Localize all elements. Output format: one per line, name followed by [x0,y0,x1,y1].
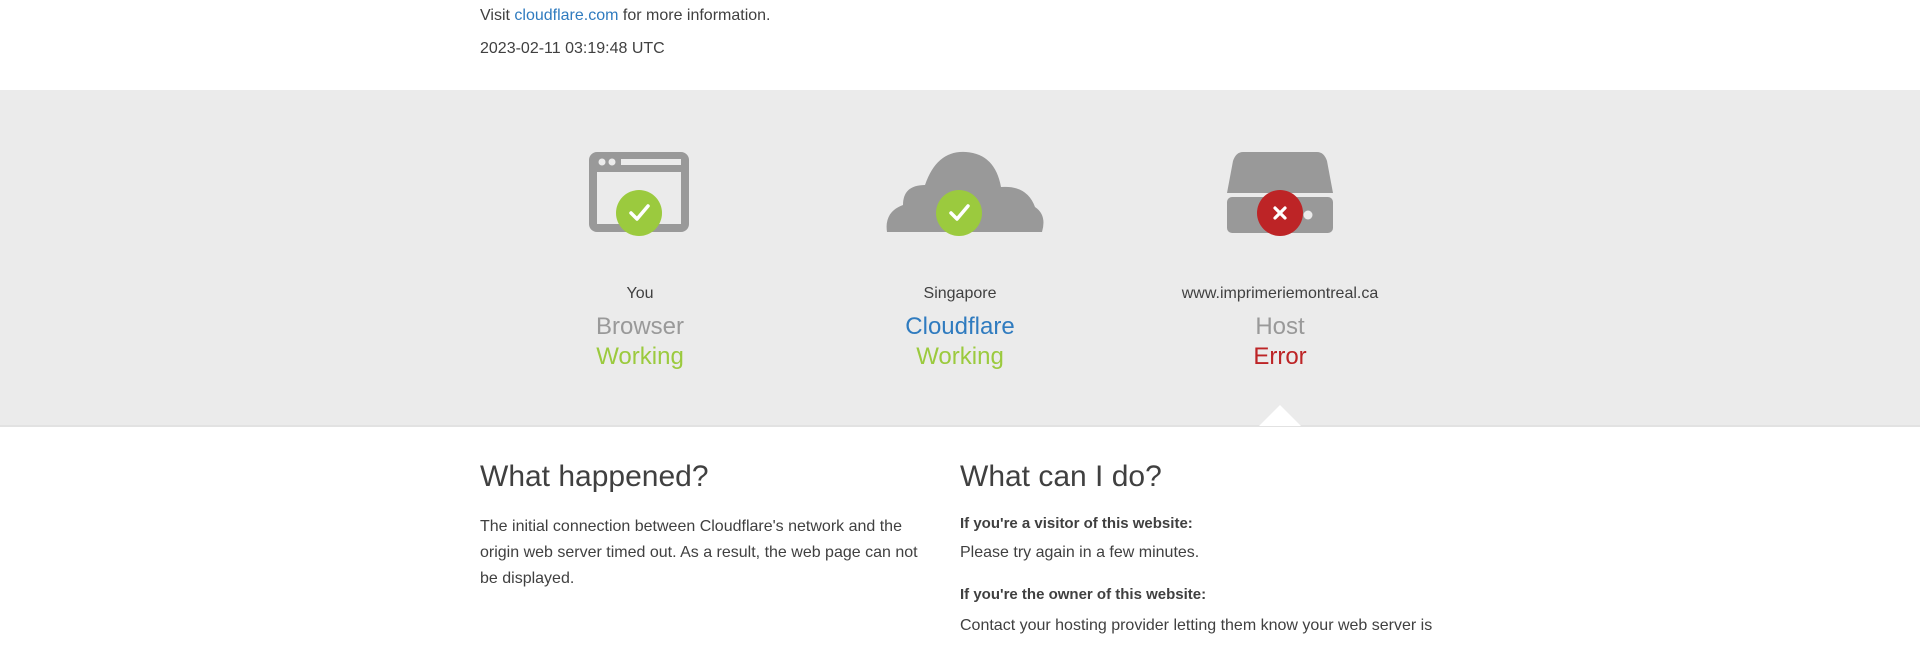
check-badge [936,190,982,236]
visit-prefix: Visit [480,7,510,24]
check-icon [629,204,650,221]
cloudflare-status-icon [795,147,1125,267]
check-icon [949,204,970,221]
owner-body: Contact your hosting provider letting th… [960,617,1433,634]
browser-state: Working [596,343,684,370]
timestamp: 2023-02-11 03:19:48 UTC [480,40,665,57]
browser-status-icon [475,147,805,267]
host-place: www.imprimeriemontreal.ca [1181,285,1379,302]
visit-line: Visit cloudflare.com for more informatio… [480,4,771,28]
what-happened-heading: What happened? [480,460,709,493]
visitor-heading: If you're a visitor of this website: [960,515,1193,532]
what-can-i-do-section: What can I do? If you're a visitor of th… [960,457,1460,639]
host-status-icon [1115,147,1445,267]
host-state: Error [1253,343,1307,370]
check-badge [616,190,662,236]
visitor-body: Please try again in a few minutes. [960,544,1200,561]
error-pointer [1259,405,1301,426]
visit-suffix: for more information. [622,7,771,24]
cloudflare-state: Working [916,343,1004,370]
host-name: Host [1255,313,1305,340]
status-column-host: www.imprimeriemontreal.ca Host Error [1115,90,1445,372]
cloudflare-name: Cloudflare [905,313,1015,340]
status-column-browser: You Browser Working [475,90,805,372]
cloudflare-place: Singapore [923,285,997,302]
browser-name: Browser [595,313,685,340]
x-icon [1273,206,1287,220]
x-badge [1257,190,1303,236]
cloudflare-link[interactable]: cloudflare.com [514,7,618,24]
what-happened-body: The initial connection between Cloudflar… [480,518,918,587]
details-section: What happened? The initial connection be… [0,427,1920,660]
status-diagram: You Browser Working Singapore Cloudflare… [0,90,1920,427]
status-column-cloudflare: Singapore Cloudflare Working [795,90,1125,372]
what-happened-section: What happened? The initial connection be… [480,457,920,592]
what-can-i-do-heading: What can I do? [960,460,1162,493]
browser-place: You [626,285,654,302]
header-info: Visit cloudflare.com for more informatio… [0,0,1920,90]
owner-heading: If you're the owner of this website: [960,586,1207,603]
